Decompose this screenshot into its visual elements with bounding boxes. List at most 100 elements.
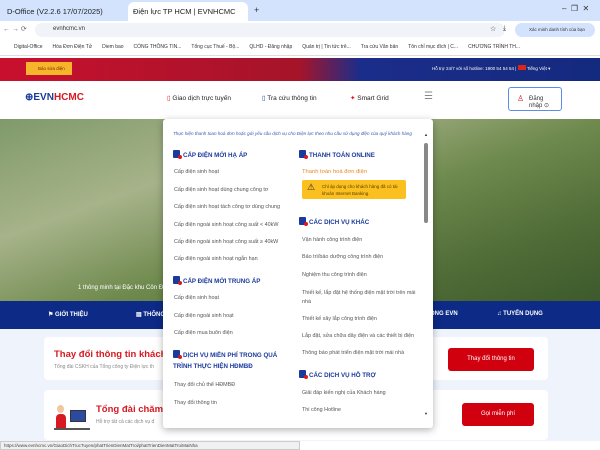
menu-item[interactable]: Cấp điện ngoài sinh hoạt ngắn hạn <box>174 256 258 263</box>
bookmark[interactable]: CỔNG THÔNG TIN... <box>134 44 182 50</box>
nav-label: Giao dịch trực tuyến <box>172 95 231 102</box>
url-input[interactable]: evnhcmc.vn <box>35 23 505 37</box>
window-controls[interactable]: – ❐ ✕ <box>562 4 589 13</box>
support-icon <box>299 370 308 379</box>
menu-item[interactable]: Thông báo phát triển điện mặt trời mái n… <box>302 350 404 357</box>
menu-item[interactable]: Thi công Hotline <box>302 407 341 414</box>
tab-label: D-Office (V2.2.6 17/07/2025) <box>7 7 103 16</box>
user-icon: ♙ <box>517 94 525 103</box>
menu-icon[interactable]: ☰ <box>424 91 433 102</box>
site-header: ⊕EVNHCMC ▯ Giao dịch trực tuyến ▯ Tra cứ… <box>0 81 600 119</box>
menu-item[interactable]: Cấp điện sinh hoạt tách công tơ dùng chu… <box>174 204 280 211</box>
menu-item[interactable]: Giải đáp kiến nghị của Khách hàng <box>302 390 386 397</box>
logo-hcmc: HCMC <box>53 92 84 103</box>
menu-item[interactable]: Cấp điện ngoài sinh hoạt công suất ≥ 40k… <box>174 239 278 246</box>
verify-identity-button[interactable]: Xác minh danh tính của bạn <box>515 23 595 37</box>
nav-tuyen-dung[interactable]: ♫ TUYỂN DỤNG <box>497 311 543 317</box>
section-heading: CẤP ĐIỆN MỚI TRUNG ÁP <box>173 276 260 288</box>
power-icon <box>173 276 182 285</box>
new-tab-button[interactable]: + <box>254 5 259 15</box>
menu-item[interactable]: Cấp điện ngoài sinh hoạt công suất < 40k… <box>174 222 278 229</box>
bookmark[interactable]: Quản trị | Tin tức trê... <box>302 44 351 50</box>
bookmark[interactable]: Tra cứu Văn bản <box>361 44 398 50</box>
change-info-button[interactable]: Thay đổi thông tin <box>448 348 534 371</box>
card-desc: Hỗ trợ tất cả các dịch vụ đ <box>96 419 155 425</box>
star-icon[interactable]: ☆ <box>490 25 496 33</box>
menu-item[interactable]: Thiết kế xây lắp công trình điện <box>302 316 377 323</box>
nav-online-transactions[interactable]: ▯ Giao dịch trực tuyến <box>167 94 231 102</box>
browser-tab-bar: D-Office (V2.2.6 17/07/2025) Điện lực TP… <box>0 0 600 21</box>
bookmark[interactable]: QLHD - Đăng nhập <box>249 44 292 50</box>
menu-item[interactable]: Bảo trì/bảo dưỡng công trình điện <box>302 254 383 261</box>
bookmark[interactable]: Tôn chỉ mục đích | C... <box>408 44 458 50</box>
scroll-down-arrow[interactable]: ▼ <box>424 411 428 416</box>
bookmarks-bar: Digital-Office Hóa Đơn Điện Tử Diem bao … <box>0 39 600 56</box>
language-select[interactable]: Tiếng Việt ▾ <box>527 66 551 71</box>
logo-evn: EVN <box>33 92 54 103</box>
heading-label: DỊCH VỤ MIỄN PHÍ TRONG QUÁ TRÌNH THỰC HI… <box>173 352 278 370</box>
login-label: Đăng nhập <box>529 96 544 109</box>
menu-item[interactable]: Thay đổi chủ thể HĐMBĐ <box>174 382 235 389</box>
nav-label: ONG EVN <box>430 311 458 317</box>
menu-item[interactable]: Cấp điện sinh hoạt <box>174 169 219 176</box>
menu-item[interactable]: Thiết kế, lắp đặt hệ thống điện mặt trời… <box>302 289 420 307</box>
section-heading: CÁC DỊCH VỤ KHÁC <box>299 217 369 229</box>
top-banner: Báo sửa điện Hỗ trợ 24/7 với số hotline:… <box>0 58 600 81</box>
menu-item[interactable]: Lắp đặt, sửa chữa dây điện và các thiết … <box>302 333 414 340</box>
hotline-text: Hỗ trợ 24/7 với số hotline: 1900 54 54 5… <box>432 65 551 71</box>
section-heading: CẤP ĐIỆN MỚI HẠ ÁP <box>173 150 247 162</box>
heading-label: THANH TOÁN ONLINE <box>309 152 375 159</box>
hero-caption: 1 thông minh tại Đặc khu Côn Đảo <box>78 285 170 291</box>
nav-label: GIỚI THIỆU <box>55 312 88 318</box>
scroll-up-arrow[interactable]: ▲ <box>424 132 428 137</box>
nav-gioi-thieu[interactable]: ⚑ GIỚI THIỆU <box>48 311 88 318</box>
nav-label: THÔNG <box>143 312 166 318</box>
section-heading: THANH TOÁN ONLINE <box>299 150 375 162</box>
dropdown-scrollbar[interactable] <box>424 143 428 223</box>
bookmark[interactable]: Diem bao <box>102 44 123 50</box>
menu-item[interactable]: Thay đổi thông tin <box>174 400 217 407</box>
download-icon[interactable]: ⤓ <box>503 25 506 33</box>
dropdown-intro: Thực hiện thanh toan hoá đơn hoặc gửi yê… <box>173 131 412 136</box>
online-transactions-dropdown: Thực hiện thanh toan hoá đơn hoặc gửi yê… <box>163 119 433 428</box>
nav-label: Smart Grid <box>357 95 389 102</box>
menu-item[interactable]: Cấp điện ngoài sinh hoạt <box>174 313 234 320</box>
bookmark[interactable]: Digital-Office <box>14 44 43 50</box>
payment-icon <box>299 150 308 159</box>
call-center-illustration <box>54 400 94 432</box>
nav-evn[interactable]: ONG EVN <box>430 311 458 317</box>
menu-item[interactable]: Nghiệm thu công trình điện <box>302 272 367 279</box>
menu-item[interactable]: Vận hành công trình điện <box>302 237 362 244</box>
hotline: Hỗ trợ 24/7 với số hotline: 1900 54 54 5… <box>432 66 514 71</box>
pay-bill-link[interactable]: Thanh toán hoá đơn điện <box>302 169 367 176</box>
address-bar-row: ← → ⟳ evnhcmc.vn ☆ ⤓ Xác minh danh tính … <box>0 21 600 39</box>
card-title: Thay đổi thông tin khách hà <box>54 349 181 360</box>
services-icon <box>299 217 308 226</box>
power-icon <box>173 150 182 159</box>
bookmark[interactable]: CHƯƠNG TRÌNH TH... <box>468 44 520 50</box>
nav-smart-grid[interactable]: ✦ Smart Grid <box>350 94 389 102</box>
login-button[interactable]: ♙ Đăng nhập ⊙ <box>508 87 562 111</box>
report-outage-button[interactable]: Báo sửa điện <box>26 62 72 75</box>
menu-item[interactable]: Cấp điện sinh hoạt dùng chung công tơ <box>174 187 268 194</box>
bookmark[interactable]: Tổng cục Thuế - Bộ... <box>191 44 239 50</box>
bookmark[interactable]: Hóa Đơn Điện Tử <box>53 44 93 50</box>
call-free-button[interactable]: Gọi miễn phí <box>462 403 534 426</box>
menu-item[interactable]: Cấp điện mua buôn điện <box>174 330 233 337</box>
warning-tooltip: Chỉ áp dụng cho khách hàng đã có tài kho… <box>302 180 406 199</box>
nav-thong[interactable]: ▤ THÔNG <box>136 311 165 318</box>
tab-doffice[interactable]: D-Office (V2.2.6 17/07/2025) <box>2 2 126 21</box>
nav-lookup[interactable]: ▯ Tra cứu thông tin <box>262 94 317 102</box>
nav-buttons[interactable]: ← → ⟳ <box>3 25 27 33</box>
nav-label: TUYỂN DỤNG <box>503 311 543 317</box>
menu-item[interactable]: Cấp điện sinh hoạt <box>174 295 219 302</box>
evnhcmc-logo[interactable]: ⊕EVNHCMC <box>25 92 84 103</box>
heading-label: CÁC DỊCH VỤ KHÁC <box>309 219 370 226</box>
card-desc: Tổng đài CSKH của Tổng công ty Điện lực … <box>54 364 154 370</box>
tab-evnhcmc[interactable]: Điện lực TP HCM | EVNHCMC <box>128 2 248 21</box>
document-icon <box>173 350 182 359</box>
nav-label: Tra cứu thông tin <box>267 95 317 102</box>
heading-label: CẤP ĐIỆN MỚI HẠ ÁP <box>183 152 248 159</box>
status-bar-url: https://www.evnhcmc.vn/GiaoDichTrucTuyen… <box>0 441 300 450</box>
section-heading: DỊCH VỤ MIỄN PHÍ TRONG QUÁ TRÌNH THỰC HI… <box>173 350 291 372</box>
